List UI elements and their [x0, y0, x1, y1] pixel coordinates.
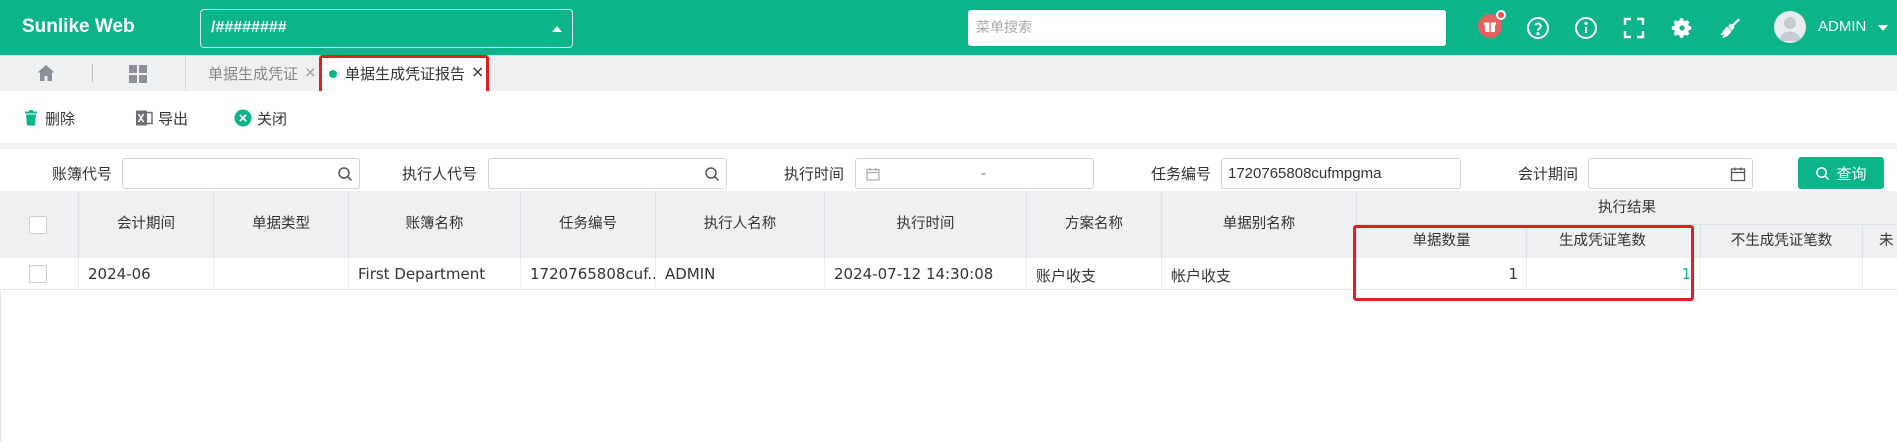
table-left-border [0, 290, 1, 442]
period-input[interactable] [1588, 158, 1753, 189]
calendar-icon [1730, 167, 1746, 182]
task-no-input[interactable]: 1720765808cufmpgma [1221, 158, 1461, 189]
cell-task-no: 1720765808cuf... [521, 258, 656, 290]
excel-icon [136, 110, 153, 126]
close-button[interactable]: 关闭 [234, 107, 287, 129]
header-select-cell [0, 191, 79, 258]
path-selector[interactable]: /######## [200, 9, 573, 48]
filter-bar: 账簿代号 执行人代号 执行时间 - 任务编号 1720765808cufmpgm… [0, 143, 1897, 191]
home-icon[interactable] [36, 63, 56, 83]
tab-bar: 单据生成凭证 × 单据生成凭证报告 × [0, 55, 1897, 91]
path-selector-value: /######## [211, 19, 287, 36]
query-button[interactable]: 查询 [1798, 157, 1884, 189]
help-icon[interactable] [1526, 16, 1550, 40]
cell-doc-alias: 帐户收支 [1162, 258, 1357, 290]
col-group-result: 执行结果 [1357, 191, 1897, 225]
delete-button[interactable]: 删除 [22, 107, 75, 129]
col-no-voucher-count[interactable]: 不生成凭证笔数 [1700, 225, 1863, 258]
select-all-checkbox[interactable] [29, 216, 47, 234]
cell-executor-name: ADMIN [656, 258, 825, 290]
col-doc-type[interactable]: 单据类型 [214, 191, 349, 258]
notification-dot [1496, 10, 1506, 20]
exec-time-label: 执行时间 [784, 165, 845, 183]
col-exec-time[interactable]: 执行时间 [825, 191, 1027, 258]
range-separator: - [981, 165, 986, 182]
cell-period: 2024-06 [79, 258, 214, 290]
highlight-box-counts [1353, 225, 1694, 301]
fullscreen-icon[interactable] [1622, 16, 1646, 40]
clear-broom-icon[interactable] [1718, 16, 1742, 40]
book-code-label: 账簿代号 [52, 165, 113, 183]
tab-divider [185, 55, 186, 91]
tab-divider [92, 64, 93, 82]
col-executor-name[interactable]: 执行人名称 [656, 191, 825, 258]
period-label: 会计期间 [1518, 165, 1579, 183]
search-icon [338, 167, 353, 182]
cell-no-voucher-count [1700, 258, 1863, 290]
caret-down-icon[interactable] [1878, 25, 1888, 31]
settings-gear-icon[interactable] [1670, 16, 1694, 40]
top-bar: Sunlike Web /######## ADMIN [0, 0, 1897, 55]
search-icon [705, 167, 720, 182]
query-label: 查询 [1836, 165, 1867, 183]
cell-exec-time: 2024-07-12 14:30:08 [825, 258, 1027, 290]
menu-search-input[interactable] [968, 10, 1446, 46]
gift-icon[interactable] [1478, 10, 1506, 38]
executor-code-label: 执行人代号 [402, 165, 478, 183]
col-doc-alias[interactable]: 单据别名称 [1162, 191, 1357, 258]
toolbar: 删除 导出 关闭 [0, 91, 1897, 143]
col-task-no[interactable]: 任务编号 [521, 191, 656, 258]
tab-voucher-generation[interactable]: 单据生成凭证 [208, 63, 298, 84]
search-icon [1816, 166, 1830, 180]
apps-grid-icon[interactable] [128, 64, 148, 84]
cell-doc-type [214, 258, 349, 290]
cell-book-name: First Department [349, 258, 521, 290]
col-period[interactable]: 会计期间 [79, 191, 214, 258]
task-no-label: 任务编号 [1151, 165, 1212, 183]
executor-code-input[interactable] [488, 158, 727, 189]
calendar-icon [866, 168, 880, 181]
export-button[interactable]: 导出 [135, 107, 188, 129]
user-avatar[interactable] [1774, 11, 1806, 43]
row-checkbox[interactable] [29, 265, 47, 283]
row-select-cell [0, 258, 79, 290]
tab-close-icon[interactable]: × [304, 63, 317, 81]
app-logo[interactable]: Sunlike Web [22, 16, 135, 38]
export-label: 导出 [158, 109, 189, 128]
task-no-value: 1720765808cufmpgma [1228, 165, 1382, 182]
cell-scheme-name: 账户收支 [1027, 258, 1162, 290]
col-partial: 未 [1879, 233, 1894, 249]
cell-partial [1863, 258, 1897, 290]
col-scheme-name[interactable]: 方案名称 [1027, 191, 1162, 258]
col-book-name[interactable]: 账簿名称 [349, 191, 521, 258]
info-icon[interactable] [1574, 16, 1598, 40]
exec-time-range-input[interactable]: - [855, 158, 1094, 189]
user-name[interactable]: ADMIN [1818, 18, 1866, 35]
caret-up-icon [552, 26, 562, 32]
close-circle-icon [234, 109, 252, 127]
close-label: 关闭 [257, 109, 288, 128]
book-code-input[interactable] [122, 158, 360, 189]
trash-icon [25, 110, 37, 126]
delete-label: 删除 [45, 109, 76, 128]
